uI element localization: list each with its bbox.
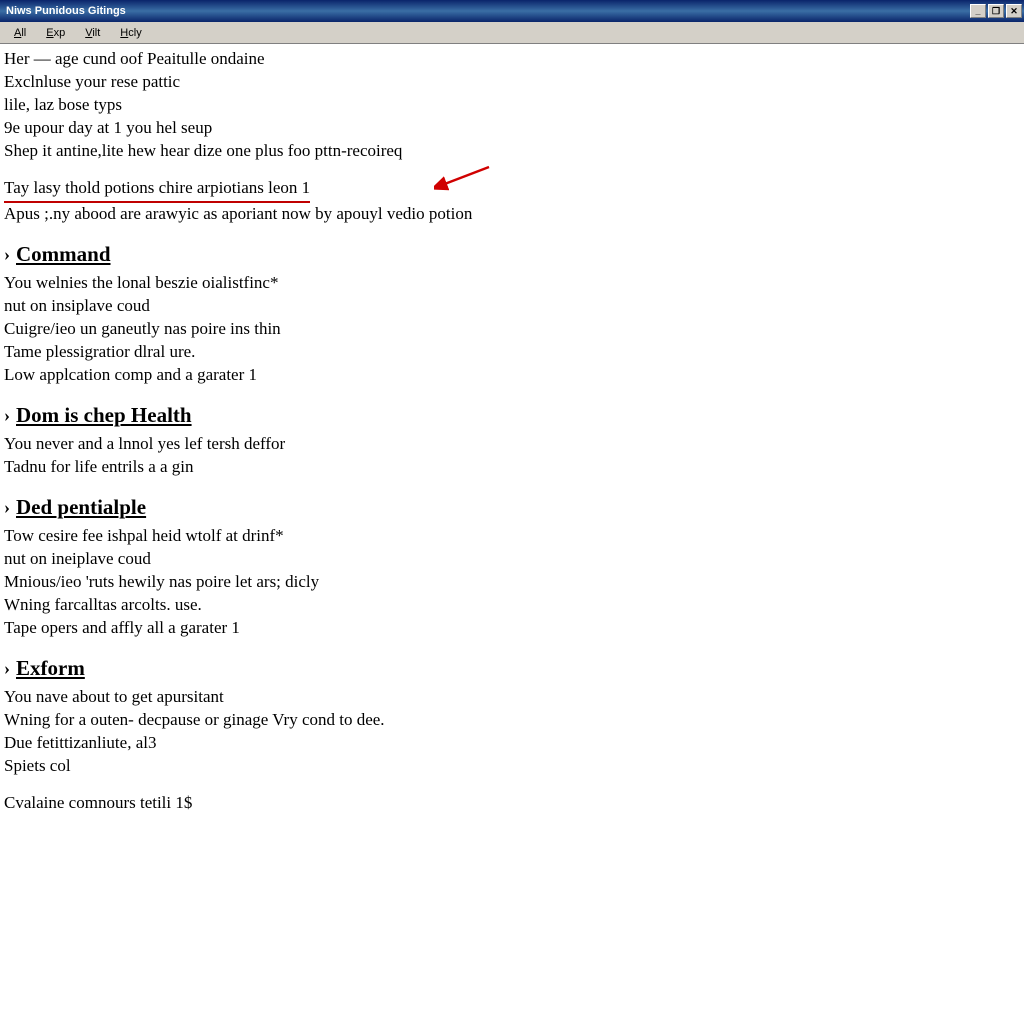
- section-line: Wning for a outen- decpause or ginage Vr…: [4, 709, 1024, 732]
- section-line: Tame plessigratior dlral ure.: [4, 341, 1024, 364]
- section-pentialple: › Ded pentialple Tow cesire fee ishpal h…: [4, 493, 1024, 640]
- menu-hcly[interactable]: Hcly: [112, 25, 149, 41]
- intro-line: Shep it antine,lite hew hear dize one pl…: [4, 140, 1024, 163]
- section-line: nut on insiplave coud: [4, 295, 1024, 318]
- section-line: Tow cesire fee ishpal heid wtolf at drin…: [4, 525, 1024, 548]
- section-heading-row[interactable]: › Ded pentialple: [4, 493, 1024, 521]
- section-line: Mnious/ieo 'ruts hewily nas poire let ar…: [4, 571, 1024, 594]
- section-heading: Exform: [16, 654, 85, 682]
- highlighted-line: Tay lasy thold potions chire arpiotians …: [4, 177, 1024, 203]
- section-line: You welnies the lonal beszie oialistfinc…: [4, 272, 1024, 295]
- section-health: › Dom is chep Health You never and a lnn…: [4, 401, 1024, 479]
- chevron-right-icon: ›: [4, 656, 10, 680]
- intro-line: lile, laz bose typs: [4, 94, 1024, 117]
- section-line: Tadnu for life entrils a a gin: [4, 456, 1024, 479]
- section-line: Wning farcalltas arcolts. use.: [4, 594, 1024, 617]
- maximize-button[interactable]: ❐: [988, 4, 1004, 18]
- menu-vilt[interactable]: Vilt: [77, 25, 108, 41]
- menu-bar: All Exp Vilt Hcly: [0, 22, 1024, 44]
- chevron-right-icon: ›: [4, 403, 10, 427]
- minimize-button[interactable]: _: [970, 4, 986, 18]
- section-line: Low applcation comp and a garater 1: [4, 364, 1024, 387]
- section-line: Tape opers and affly all a garater 1: [4, 617, 1024, 640]
- close-button[interactable]: ✕: [1006, 4, 1022, 18]
- chevron-right-icon: ›: [4, 495, 10, 519]
- section-line: Cuigre/ieo un ganeutly nas poire ins thi…: [4, 318, 1024, 341]
- section-heading: Command: [16, 240, 111, 268]
- section-line: You nave about to get apursitant: [4, 686, 1024, 709]
- trailing-line: Cvalaine comnours tetili 1$: [4, 792, 1024, 815]
- section-line: Due fetittizanliute, al3: [4, 732, 1024, 755]
- menu-all[interactable]: All: [6, 25, 34, 41]
- document-body: Her — age cund oof Peaitulle ondaine Exc…: [0, 44, 1024, 815]
- section-exform: › Exform You nave about to get apursitan…: [4, 654, 1024, 815]
- intro-line: Her — age cund oof Peaitulle ondaine: [4, 48, 1024, 71]
- intro-block: Her — age cund oof Peaitulle ondaine Exc…: [4, 48, 1024, 163]
- section-line: You never and a lnnol yes lef tersh deff…: [4, 433, 1024, 456]
- chevron-right-icon: ›: [4, 242, 10, 266]
- section-heading-row[interactable]: › Dom is chep Health: [4, 401, 1024, 429]
- section-line: nut on ineiplave coud: [4, 548, 1024, 571]
- highlight-block: Tay lasy thold potions chire arpiotians …: [4, 177, 1024, 226]
- section-heading: Dom is chep Health: [16, 401, 192, 429]
- menu-exp[interactable]: Exp: [38, 25, 73, 41]
- highlight-after-line: Apus ;.ny abood are arawyic as aporiant …: [4, 203, 1024, 226]
- window-title: Niws Punidous Gitings: [6, 5, 126, 17]
- section-line: Spiets col: [4, 755, 1024, 778]
- window-controls: _ ❐ ✕: [970, 4, 1022, 18]
- intro-line: Exclnluse your rese pattic: [4, 71, 1024, 94]
- section-command: › Command You welnies the lonal beszie o…: [4, 240, 1024, 387]
- window-titlebar: Niws Punidous Gitings _ ❐ ✕: [0, 0, 1024, 22]
- section-heading-row[interactable]: › Exform: [4, 654, 1024, 682]
- section-heading-row[interactable]: › Command: [4, 240, 1024, 268]
- intro-line: 9e upour day at 1 you hel seup: [4, 117, 1024, 140]
- section-heading: Ded pentialple: [16, 493, 146, 521]
